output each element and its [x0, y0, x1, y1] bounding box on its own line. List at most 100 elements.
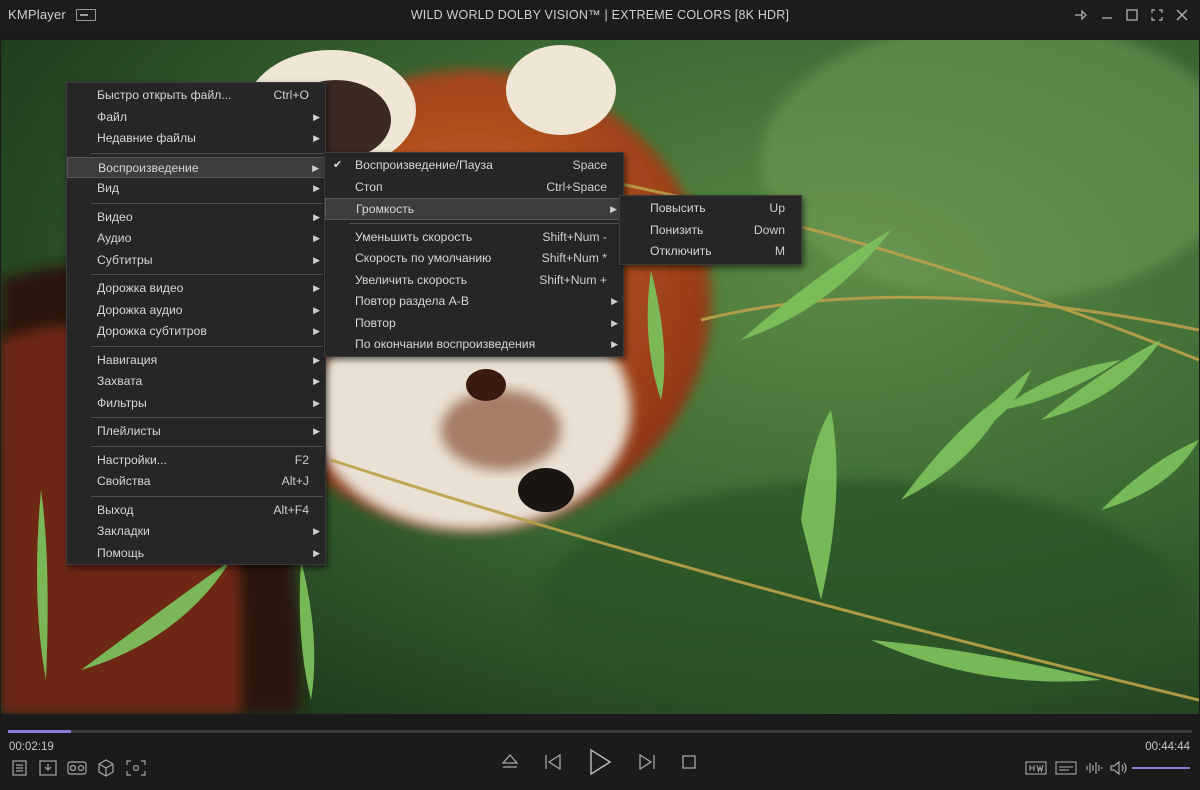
context-menu: Быстро открыть файл... Ctrl+O Файл ▶ Недавни… — [66, 82, 326, 565]
fullscreen-icon[interactable] — [1148, 6, 1166, 24]
menu-item-понизить[interactable]: Понизить Down — [620, 220, 801, 242]
menu-item-label: Понизить — [650, 222, 704, 237]
play-icon[interactable] — [587, 748, 613, 781]
menu-item-label: Уменьшить скорость — [355, 229, 473, 244]
maximize-icon[interactable] — [1123, 6, 1141, 24]
subtitle-icon[interactable] — [1055, 761, 1077, 780]
menu-item-label: Видео — [97, 209, 133, 224]
menu-item-вид[interactable]: Вид ▶ — [67, 178, 325, 200]
submenu-arrow-icon: ▶ — [611, 317, 618, 328]
menu-item-shortcut: M — [774, 244, 785, 258]
menu-item-label: Настройки... — [97, 452, 167, 467]
menu-item-недавние-файлы[interactable]: Недавние файлы ▶ — [67, 128, 325, 150]
menu-item-label: Субтитры — [97, 252, 153, 267]
menu-item-label: Недавние файлы — [97, 131, 196, 145]
submenu-arrow-icon: ▶ — [313, 526, 320, 536]
eject-icon[interactable] — [501, 752, 519, 777]
menu-item-по-окончании-воспроизведения[interactable]: По окончании воспроизведения ▶ — [325, 334, 623, 356]
menu-item-повтор-раздела-a-b[interactable]: Повтор раздела A-B ▶ — [325, 291, 623, 313]
menu-item-быстро-открыть-файл[interactable]: Быстро открыть файл... Ctrl+O — [67, 85, 325, 107]
menu-item-label: Громкость — [356, 202, 415, 216]
menu-item-аудио[interactable]: Аудио ▶ — [67, 228, 325, 250]
menu-item-shortcut: Shift+Num - — [542, 229, 607, 244]
menu-item-label: Увеличить скорость — [355, 272, 468, 287]
menu-item-файл[interactable]: Файл ▶ — [67, 107, 325, 129]
menu-item-выход[interactable]: Выход Alt+F4 — [67, 500, 325, 522]
menu-item-label: Файл — [97, 109, 127, 124]
menu-item-захвата[interactable]: Захвата ▶ — [67, 371, 325, 393]
menu-item-label: Дорожка аудио — [97, 302, 183, 317]
menu-item-субтитры[interactable]: Субтитры ▶ — [67, 250, 325, 272]
menu-item-навигация[interactable]: Навигация ▶ — [67, 350, 325, 372]
download-icon[interactable] — [39, 760, 57, 781]
menu-item-shortcut: Down — [753, 222, 785, 237]
seek-bar[interactable] — [8, 730, 1192, 733]
menu-item-отключить[interactable]: Отключить M — [620, 241, 801, 263]
menu-item-настройки[interactable]: Настройки... F2 — [67, 450, 325, 472]
capture-icon[interactable] — [126, 760, 146, 781]
menu-item-label: Дорожка видео — [97, 281, 184, 295]
submenu-arrow-icon: ▶ — [313, 354, 320, 365]
previous-icon[interactable] — [543, 752, 563, 777]
menu-item-label: Воспроизведение — [98, 160, 199, 175]
menu-item-уменьшить-скорость[interactable]: Уменьшить скорость Shift+Num - — [325, 227, 623, 249]
volume-submenu: Повысить Up Понизить Down Отключить M — [619, 195, 802, 265]
menu-item-видео[interactable]: Видео ▶ — [67, 207, 325, 229]
menu-item-фильтры[interactable]: Фильтры ▶ — [67, 393, 325, 415]
menu-item-повысить[interactable]: Повысить Up — [620, 198, 801, 220]
menu-item-label: Повысить — [650, 201, 706, 215]
menu-item-увеличить-скорость[interactable]: Увеличить скорость Shift+Num + — [325, 270, 623, 292]
submenu-arrow-icon: ▶ — [611, 339, 618, 349]
submenu-arrow-icon: ▶ — [313, 133, 320, 143]
window-title: WILD WORLD DOLBY VISION™ | EXTREME COLOR… — [410, 8, 790, 22]
volume-slider[interactable] — [1132, 767, 1190, 769]
menu-item-label: Скорость по умолчанию — [355, 251, 492, 265]
menu-item-shortcut: Ctrl+O — [273, 88, 309, 102]
menu-item-громкость[interactable]: Громкость ▶ — [325, 198, 623, 220]
menu-item-скорость-по-умолчанию[interactable]: Скорость по умолчанию Shift+Num * — [325, 248, 623, 270]
menu-item-помощь[interactable]: Помощь ▶ — [67, 543, 325, 565]
menu-item-label: Помощь — [97, 545, 145, 560]
close-icon[interactable] — [1173, 6, 1191, 24]
menu-item-дорожка-видео[interactable]: Дорожка видео ▶ — [67, 278, 325, 300]
menu-item-дорожка-субтитров[interactable]: Дорожка субтитров ▶ — [67, 321, 325, 343]
menu-item-label: Аудио — [97, 231, 132, 245]
menu-item-label: Закладки — [97, 524, 150, 538]
equalizer-icon[interactable] — [1085, 760, 1105, 781]
menu-item-воспроизведение-пауза[interactable]: ✔ Воспроизведение/Пауза Space — [325, 155, 623, 177]
minimize-icon[interactable] — [1098, 6, 1116, 24]
title-bar: KMPlayer WILD WORLD DOLBY VISION™ | EXTR… — [0, 0, 1200, 30]
menu-item-label: Повтор — [355, 315, 396, 330]
menu-separator — [67, 443, 325, 450]
menu-item-плейлисты[interactable]: Плейлисты ▶ — [67, 421, 325, 443]
menu-item-закладки[interactable]: Закладки ▶ — [67, 521, 325, 543]
volume-icon[interactable] — [1109, 760, 1129, 781]
menu-item-shortcut: F2 — [294, 452, 309, 467]
menu-item-label: Плейлисты — [97, 424, 161, 438]
menu-item-label: Свойства — [97, 474, 151, 488]
playback-submenu: ✔ Воспроизведение/Пауза Space Стоп Ctrl+Spac… — [324, 152, 624, 357]
menu-item-label: Воспроизведение/Пауза — [355, 158, 493, 172]
menu-item-shortcut: Space — [572, 158, 607, 172]
hw-decoder-icon[interactable] — [1025, 761, 1047, 780]
menu-separator — [67, 271, 325, 278]
menu-separator — [67, 493, 325, 500]
menu-item-свойства[interactable]: Свойства Alt+J — [67, 471, 325, 493]
menu-item-label: По окончании воспроизведения — [355, 337, 536, 351]
submenu-arrow-icon: ▶ — [313, 183, 320, 193]
vr-icon[interactable] — [67, 760, 87, 781]
menu-item-воспроизведение[interactable]: Воспроизведение ▶ — [67, 156, 325, 178]
3d-cube-icon[interactable] — [97, 759, 115, 782]
menu-item-label: Быстро открыть файл... — [97, 88, 232, 102]
pin-icon[interactable] — [1072, 6, 1090, 24]
menu-item-стоп[interactable]: Стоп Ctrl+Space — [325, 177, 623, 199]
next-icon[interactable] — [637, 752, 657, 777]
submenu-arrow-icon: ▶ — [313, 254, 320, 265]
menu-item-label: Отключить — [650, 244, 712, 258]
stop-icon[interactable] — [681, 754, 697, 775]
menu-item-дорожка-аудио[interactable]: Дорожка аудио ▶ — [67, 300, 325, 322]
submenu-arrow-icon: ▶ — [312, 162, 319, 173]
menu-item-повтор[interactable]: Повтор ▶ — [325, 313, 623, 335]
playlist-icon[interactable] — [11, 760, 29, 781]
current-time: 00:02:19 — [9, 741, 54, 753]
